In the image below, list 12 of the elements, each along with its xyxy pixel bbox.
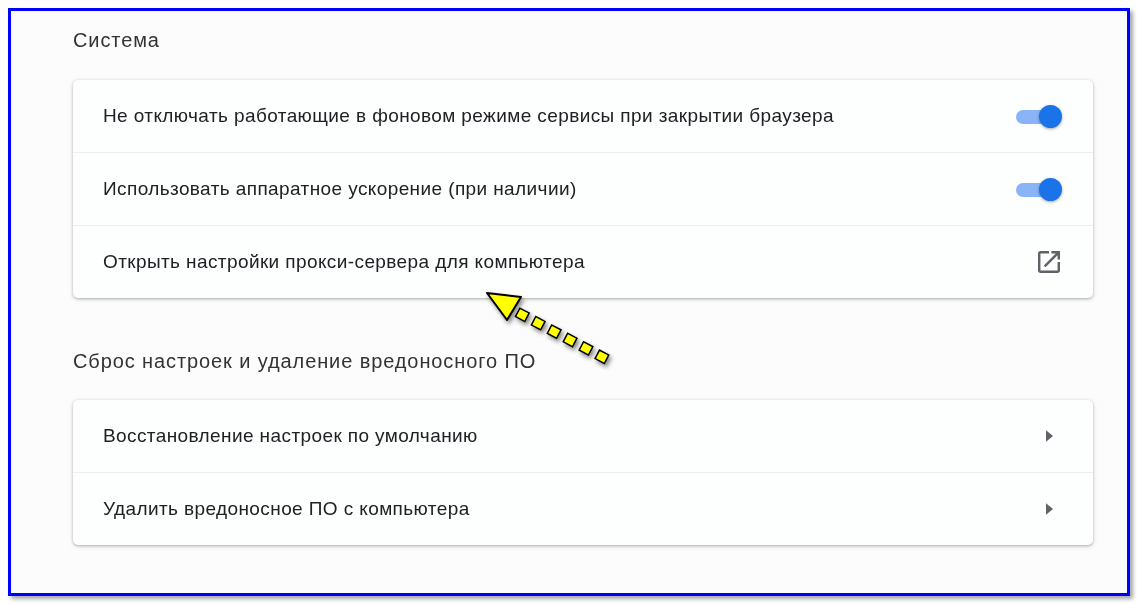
setting-label: Открыть настройки прокси-сервера для компьютера — [103, 250, 586, 274]
caret-right-icon[interactable] — [1046, 503, 1053, 515]
setting-label: Использовать аппаратное ускорение (при наличии) — [103, 177, 578, 201]
setting-label: Удалить вредоносное ПО с компьютера — [103, 497, 471, 521]
caret-right-icon[interactable] — [1046, 430, 1053, 442]
open-in-new-icon[interactable] — [1038, 251, 1060, 273]
toggle-switch[interactable] — [1016, 104, 1062, 128]
section-heading: Сброс настроек и удаление вредоносного ПО — [73, 349, 537, 373]
setting-label: Не отключать работающие в фоновом режиме сервисы при закрытии браузера — [103, 104, 835, 128]
setting-label: Восстановление настроек по умолчанию — [103, 424, 479, 448]
toggle-switch[interactable] — [1016, 177, 1062, 201]
section-heading: Система — [73, 28, 160, 52]
